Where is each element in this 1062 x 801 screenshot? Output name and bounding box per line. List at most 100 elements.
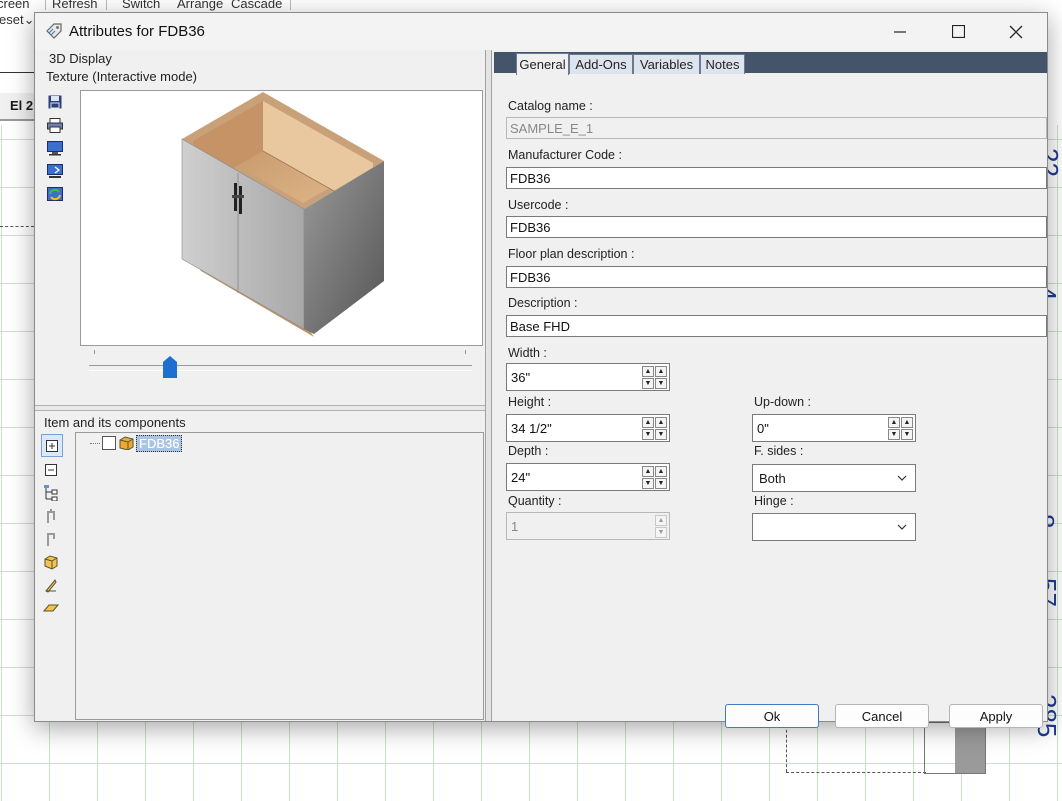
box-icon[interactable] [41,551,61,572]
vertical-splitter[interactable] [485,50,492,721]
up-down-major-down-arrow[interactable]: ▼ [888,429,900,440]
components-header: Item and its components [44,415,186,430]
depth-label: Depth : [508,444,549,458]
ok-button[interactable]: Ok [725,704,819,728]
remove-component-icon[interactable] [41,528,61,549]
print-icon[interactable] [45,115,65,135]
display-toolbar [45,92,65,207]
tab-add-ons[interactable]: Add-Ons [569,54,633,74]
depth-minor-up-arrow[interactable]: ▲ [655,466,667,477]
depth-stepper[interactable]: 24" ▲ ▼ ▲ ▼ [506,463,670,491]
width-major-up-arrow[interactable]: ▲ [642,366,654,377]
cabinet-item-icon [119,436,134,450]
description-label: Description : [508,296,578,310]
expand-all-icon[interactable] [41,434,63,457]
width-label: Width : [508,346,547,360]
tree-item-checkbox[interactable] [102,436,116,450]
quantity-stepper: 1 ▲ ▼ [506,512,670,540]
menu-item-refresh[interactable]: Refresh [52,0,98,11]
cabinet-plan-shape [924,722,986,774]
depth-major-down-arrow[interactable]: ▼ [642,478,654,489]
quantity-label: Quantity : [508,494,562,508]
menu-item-switch[interactable]: Switch [122,0,160,11]
components-toolbar [41,434,63,620]
catalog-name-label: Catalog name : [508,99,593,113]
up-down-stepper[interactable]: 0" ▲ ▼ ▲ ▼ [752,414,916,442]
height-major-down-arrow[interactable]: ▼ [642,429,654,440]
dialog-titlebar[interactable]: Attributes for FDB36 [35,13,1047,50]
menu-item-screen[interactable]: creen [0,0,30,11]
attributes-dialog: Attributes for FDB36 3D Display Texture … [34,12,1048,728]
width-minor-up-arrow[interactable]: ▲ [655,366,667,377]
up-down-label: Up-down : [754,395,811,409]
minimize-button[interactable] [871,13,929,50]
menu-item-arrange[interactable]: Arrange [177,0,223,11]
minimize-icon [894,30,906,33]
monitor-icon[interactable] [45,138,65,158]
catalog-name-field: SAMPLE_E_1 [506,117,1047,139]
cancel-button[interactable]: Cancel [835,704,929,728]
manufacturer-code-field[interactable]: FDB36 [506,167,1047,189]
tab-general[interactable]: General [516,53,569,75]
height-major-up-arrow[interactable]: ▲ [642,417,654,428]
height-minor-down-arrow[interactable]: ▼ [655,429,667,440]
apply-button[interactable]: Apply [949,704,1043,728]
up-down-major-up-arrow[interactable]: ▲ [888,417,900,428]
close-icon [1009,25,1023,38]
tab-variables[interactable]: Variables [633,54,700,74]
monitor-export-icon[interactable] [45,161,65,181]
floor-plan-description-label: Floor plan description : [508,247,635,261]
floor-plan-description-field[interactable]: FDB36 [506,266,1047,288]
add-component-icon[interactable] [41,505,61,526]
manufacturer-code-label: Manufacturer Code : [508,148,622,162]
width-stepper[interactable]: 36" ▲ ▼ ▲ ▼ [506,363,670,391]
left-panel: 3D Display Texture (Interactive mode) It… [35,50,485,721]
width-major-down-arrow[interactable]: ▼ [642,378,654,389]
3d-display-viewport[interactable] [80,90,483,346]
maximize-button[interactable] [929,13,987,50]
chevron-down-icon [897,475,907,481]
width-minor-down-arrow[interactable]: ▼ [655,378,667,389]
height-minor-up-arrow[interactable]: ▲ [655,417,667,428]
horizontal-splitter[interactable] [35,405,485,411]
zoom-slider-track[interactable] [89,365,472,371]
dashed-line [786,772,926,773]
save-icon[interactable] [45,92,65,112]
refresh-icon[interactable] [45,184,65,204]
panel-icon[interactable] [41,574,61,595]
tab-notes[interactable]: Notes [700,54,745,74]
tree-item-label: FDB36 [136,434,183,452]
close-button[interactable] [987,13,1045,50]
cabinet-3d-render [181,92,384,337]
maximize-icon [951,25,965,38]
tree-structure-icon[interactable] [41,482,61,503]
height-label: Height : [508,395,552,409]
tag-icon [46,23,62,39]
hinge-select[interactable] [752,513,916,541]
height-stepper[interactable]: 34 1/2" ▲ ▼ ▲ ▼ [506,414,670,442]
up-down-minor-down-arrow[interactable]: ▼ [901,429,913,440]
dialog-title: Attributes for FDB36 [69,23,205,40]
quantity-up-arrow: ▲ [655,515,667,526]
display-header: 3D Display [49,51,112,66]
tree-item[interactable]: FDB36 [90,434,183,452]
usercode-field[interactable]: FDB36 [506,216,1047,238]
up-down-minor-up-arrow[interactable]: ▲ [901,417,913,428]
zoom-slider-thumb[interactable] [163,356,177,378]
shelf-icon[interactable] [41,597,61,618]
collapse-all-icon[interactable] [41,459,61,480]
depth-major-up-arrow[interactable]: ▲ [642,466,654,477]
components-tree[interactable]: FDB36 [75,432,484,720]
hinge-label: Hinge : [754,494,794,508]
display-mode-label: Texture (Interactive mode) [46,69,198,84]
chevron-down-icon [897,524,907,530]
dashed-line [0,226,34,227]
right-panel: General Add-Ons Variables Notes Catalog … [494,50,1047,728]
menu-item-reset[interactable]: eset⌄ [0,12,34,28]
f-sides-label: F. sides : [754,444,804,458]
menu-item-cascade[interactable]: Cascade [231,0,282,11]
quantity-down-arrow: ▼ [655,527,667,538]
description-field[interactable]: Base FHD [506,315,1047,337]
f-sides-select[interactable]: Both [752,464,916,492]
depth-minor-down-arrow[interactable]: ▼ [655,478,667,489]
